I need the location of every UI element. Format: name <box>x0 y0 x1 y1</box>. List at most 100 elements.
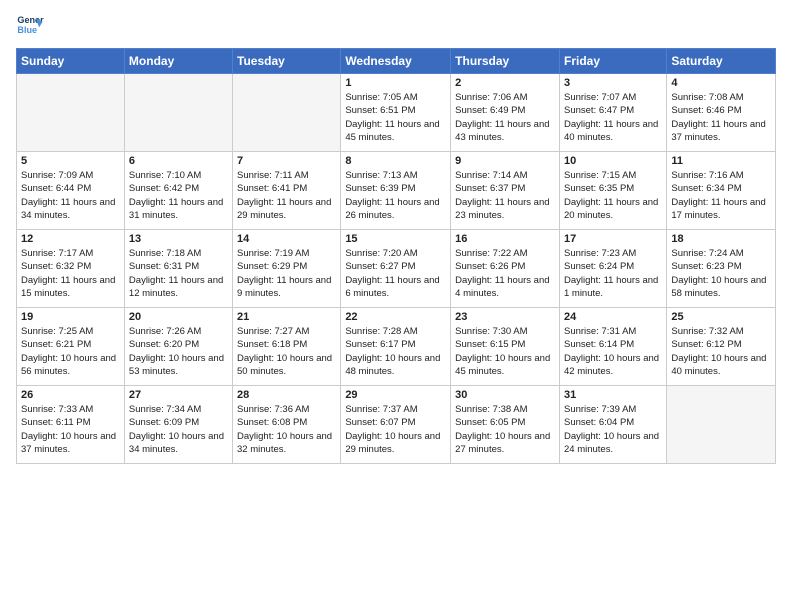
weekday-header-tuesday: Tuesday <box>233 49 341 74</box>
weekday-header-row: SundayMondayTuesdayWednesdayThursdayFrid… <box>17 49 776 74</box>
day-info: Sunrise: 7:06 AM Sunset: 6:49 PM Dayligh… <box>455 91 555 144</box>
logo: General Blue <box>16 12 44 40</box>
calendar-cell: 21 Sunrise: 7:27 AM Sunset: 6:18 PM Dayli… <box>233 308 341 386</box>
calendar-cell: 11Sunrise: 7:16 AM Sunset: 6:34 PM Dayli… <box>667 152 776 230</box>
day-info: Sunrise: 7:16 AM Sunset: 6:34 PM Dayligh… <box>671 169 771 222</box>
weekday-header-thursday: Thursday <box>451 49 560 74</box>
day-number: 17 <box>564 233 662 245</box>
calendar-cell: 7Sunrise: 7:11 AM Sunset: 6:41 PM Daylig… <box>233 152 341 230</box>
day-number: 5 <box>21 155 120 167</box>
calendar-cell: 15 Sunrise: 7:20 AM Sunset: 6:27 PM Dayli… <box>341 230 451 308</box>
day-number: 4 <box>671 77 771 89</box>
calendar-cell: 17 Sunrise: 7:23 AM Sunset: 6:24 PM Dayli… <box>559 230 666 308</box>
day-info: Sunrise: 7:05 AM Sunset: 6:51 PM Dayligh… <box>345 91 446 144</box>
day-info: Sunrise: 7:38 AM Sunset: 6:05 PM Dayligh… <box>455 403 555 456</box>
day-number: 27 <box>129 389 228 401</box>
calendar-week-row: 26 Sunrise: 7:33 AM Sunset: 6:11 PM Dayli… <box>17 386 776 464</box>
day-info: Sunrise: 7:30 AM Sunset: 6:15 PM Dayligh… <box>455 325 555 378</box>
day-number: 15 <box>345 233 446 245</box>
day-number: 16 <box>455 233 555 245</box>
day-number: 10 <box>564 155 662 167</box>
day-number: 13 <box>129 233 228 245</box>
calendar-cell: 2 Sunrise: 7:06 AM Sunset: 6:49 PM Daylig… <box>451 74 560 152</box>
day-number: 12 <box>21 233 120 245</box>
day-info: Sunrise: 7:23 AM Sunset: 6:24 PM Dayligh… <box>564 247 662 300</box>
day-info: Sunrise: 7:28 AM Sunset: 6:17 PM Dayligh… <box>345 325 446 378</box>
calendar-week-row: 1 Sunrise: 7:05 AM Sunset: 6:51 PM Daylig… <box>17 74 776 152</box>
day-info: Sunrise: 7:11 AM Sunset: 6:41 PM Dayligh… <box>237 169 336 222</box>
day-info: Sunrise: 7:08 AM Sunset: 6:46 PM Dayligh… <box>671 91 771 144</box>
weekday-header-monday: Monday <box>124 49 232 74</box>
day-number: 31 <box>564 389 662 401</box>
calendar-week-row: 12 Sunrise: 7:17 AM Sunset: 6:32 PM Dayli… <box>17 230 776 308</box>
calendar-cell: 29 Sunrise: 7:37 AM Sunset: 6:07 PM Dayli… <box>341 386 451 464</box>
day-info: Sunrise: 7:09 AM Sunset: 6:44 PM Dayligh… <box>21 169 120 222</box>
calendar-cell: 25 Sunrise: 7:32 AM Sunset: 6:12 PM Dayli… <box>667 308 776 386</box>
day-info: Sunrise: 7:18 AM Sunset: 6:31 PM Dayligh… <box>129 247 228 300</box>
calendar-cell: 4 Sunrise: 7:08 AM Sunset: 6:46 PM Daylig… <box>667 74 776 152</box>
day-number: 26 <box>21 389 120 401</box>
day-info: Sunrise: 7:32 AM Sunset: 6:12 PM Dayligh… <box>671 325 771 378</box>
day-info: Sunrise: 7:07 AM Sunset: 6:47 PM Dayligh… <box>564 91 662 144</box>
day-number: 20 <box>129 311 228 323</box>
svg-text:Blue: Blue <box>17 25 37 35</box>
day-number: 14 <box>237 233 336 245</box>
day-info: Sunrise: 7:24 AM Sunset: 6:23 PM Dayligh… <box>671 247 771 300</box>
calendar-cell: 27Sunrise: 7:34 AM Sunset: 6:09 PM Dayli… <box>124 386 232 464</box>
calendar-cell: 23 Sunrise: 7:30 AM Sunset: 6:15 PM Dayli… <box>451 308 560 386</box>
calendar-cell: 13 Sunrise: 7:18 AM Sunset: 6:31 PM Dayli… <box>124 230 232 308</box>
weekday-header-friday: Friday <box>559 49 666 74</box>
calendar-cell: 10 Sunrise: 7:15 AM Sunset: 6:35 PM Dayli… <box>559 152 666 230</box>
weekday-header-saturday: Saturday <box>667 49 776 74</box>
calendar-week-row: 19Sunrise: 7:25 AM Sunset: 6:21 PM Dayli… <box>17 308 776 386</box>
day-info: Sunrise: 7:37 AM Sunset: 6:07 PM Dayligh… <box>345 403 446 456</box>
weekday-header-sunday: Sunday <box>17 49 125 74</box>
day-info: Sunrise: 7:13 AM Sunset: 6:39 PM Dayligh… <box>345 169 446 222</box>
day-number: 28 <box>237 389 336 401</box>
day-info: Sunrise: 7:10 AM Sunset: 6:42 PM Dayligh… <box>129 169 228 222</box>
day-number: 23 <box>455 311 555 323</box>
day-number: 24 <box>564 311 662 323</box>
calendar-cell: 30 Sunrise: 7:38 AM Sunset: 6:05 PM Dayli… <box>451 386 560 464</box>
calendar-cell: 6 Sunrise: 7:10 AM Sunset: 6:42 PM Daylig… <box>124 152 232 230</box>
calendar-cell: 22 Sunrise: 7:28 AM Sunset: 6:17 PM Dayli… <box>341 308 451 386</box>
day-info: Sunrise: 7:19 AM Sunset: 6:29 PM Dayligh… <box>237 247 336 300</box>
day-info: Sunrise: 7:33 AM Sunset: 6:11 PM Dayligh… <box>21 403 120 456</box>
calendar-cell <box>667 386 776 464</box>
calendar-cell: 19Sunrise: 7:25 AM Sunset: 6:21 PM Dayli… <box>17 308 125 386</box>
calendar-table: SundayMondayTuesdayWednesdayThursdayFrid… <box>16 48 776 464</box>
calendar-cell: 20 Sunrise: 7:26 AM Sunset: 6:20 PM Dayli… <box>124 308 232 386</box>
calendar-cell: 8Sunrise: 7:13 AM Sunset: 6:39 PM Daylig… <box>341 152 451 230</box>
day-info: Sunrise: 7:27 AM Sunset: 6:18 PM Dayligh… <box>237 325 336 378</box>
calendar-cell: 18 Sunrise: 7:24 AM Sunset: 6:23 PM Dayli… <box>667 230 776 308</box>
day-info: Sunrise: 7:14 AM Sunset: 6:37 PM Dayligh… <box>455 169 555 222</box>
day-number: 25 <box>671 311 771 323</box>
calendar-cell: 26 Sunrise: 7:33 AM Sunset: 6:11 PM Dayli… <box>17 386 125 464</box>
calendar-cell: 5 Sunrise: 7:09 AM Sunset: 6:44 PM Daylig… <box>17 152 125 230</box>
day-info: Sunrise: 7:26 AM Sunset: 6:20 PM Dayligh… <box>129 325 228 378</box>
day-number: 18 <box>671 233 771 245</box>
weekday-header-wednesday: Wednesday <box>341 49 451 74</box>
calendar-cell <box>233 74 341 152</box>
day-number: 22 <box>345 311 446 323</box>
day-info: Sunrise: 7:20 AM Sunset: 6:27 PM Dayligh… <box>345 247 446 300</box>
calendar-cell: 1 Sunrise: 7:05 AM Sunset: 6:51 PM Daylig… <box>341 74 451 152</box>
day-info: Sunrise: 7:36 AM Sunset: 6:08 PM Dayligh… <box>237 403 336 456</box>
calendar-cell: 3 Sunrise: 7:07 AM Sunset: 6:47 PM Daylig… <box>559 74 666 152</box>
day-info: Sunrise: 7:39 AM Sunset: 6:04 PM Dayligh… <box>564 403 662 456</box>
day-number: 9 <box>455 155 555 167</box>
day-number: 6 <box>129 155 228 167</box>
day-number: 1 <box>345 77 446 89</box>
calendar-cell <box>17 74 125 152</box>
day-number: 29 <box>345 389 446 401</box>
day-number: 3 <box>564 77 662 89</box>
day-info: Sunrise: 7:17 AM Sunset: 6:32 PM Dayligh… <box>21 247 120 300</box>
day-number: 21 <box>237 311 336 323</box>
day-number: 2 <box>455 77 555 89</box>
logo-icon: General Blue <box>16 12 44 40</box>
calendar-cell: 16Sunrise: 7:22 AM Sunset: 6:26 PM Dayli… <box>451 230 560 308</box>
calendar-cell: 12 Sunrise: 7:17 AM Sunset: 6:32 PM Dayli… <box>17 230 125 308</box>
day-info: Sunrise: 7:15 AM Sunset: 6:35 PM Dayligh… <box>564 169 662 222</box>
calendar-cell: 9 Sunrise: 7:14 AM Sunset: 6:37 PM Daylig… <box>451 152 560 230</box>
day-number: 30 <box>455 389 555 401</box>
